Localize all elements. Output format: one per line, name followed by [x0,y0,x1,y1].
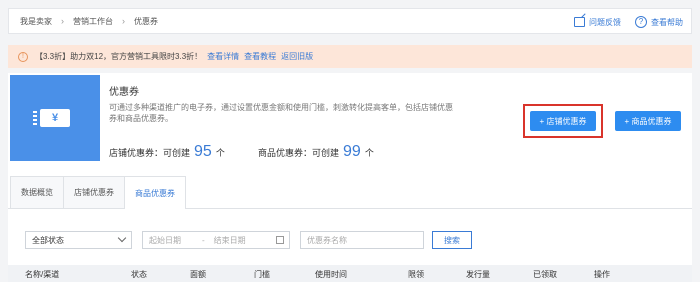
status-select[interactable]: 全部状态 [25,231,132,249]
breadcrumb-item-seller[interactable]: 我是卖家 [20,16,52,27]
coupon-description: 可通过多种渠道推广的电子券，通过设置优惠金额和使用门槛，刺激转化提高客单，包括店… [109,103,453,123]
chevron-right-icon: › [61,16,64,26]
warning-icon: ! [18,51,28,62]
tab-shop-coupons[interactable]: 店铺优惠券 [63,176,125,208]
notice-link-old-version[interactable]: 返回旧版 [281,51,313,62]
date-range-picker[interactable]: 起始日期 - 结束日期 [142,231,290,249]
coupon-name-input[interactable] [300,231,424,249]
coupon-title: 优惠券 [109,87,139,98]
header-tools: 问题反馈 ? 查看帮助 [574,9,683,35]
tab-data-overview[interactable]: 数据概览 [10,176,64,208]
shop-quota-unit: 个 [215,148,225,158]
chevron-down-icon [117,233,127,243]
coupon-tabs: 数据概览 店铺优惠券 商品优惠券 [8,176,692,209]
column-header: 面额 [190,270,206,279]
edit-icon [574,17,585,27]
notice-text: 【3.3折】助力双12，官方营销工具限时3.3折！ [35,52,203,61]
column-header: 操作 [594,270,610,279]
column-header: 限领 [408,270,424,279]
column-header: 门槛 [254,270,270,279]
chevron-right-icon: › [122,16,125,26]
help-icon: ? [635,16,647,28]
yen-symbol: ¥ [51,112,59,124]
shop-quota-label: 店铺优惠券：可创建 [109,148,191,158]
breadcrumb-bar: 我是卖家 › 营销工作台 › 优惠券 问题反馈 ? 查看帮助 [8,8,692,34]
date-end-placeholder: 结束日期 [213,235,246,245]
create-item-coupon-button[interactable]: + 商品优惠券 [615,111,681,131]
column-header: 发行量 [466,270,490,279]
help-label: 查看帮助 [651,17,683,27]
calendar-icon[interactable] [276,236,284,244]
filter-bar: 全部状态 起始日期 - 结束日期 搜索 [8,210,692,255]
help-link[interactable]: ? 查看帮助 [635,16,683,28]
item-quota-label: 商品优惠券：可创建 [258,148,340,158]
breadcrumb-item-marketing[interactable]: 营销工作台 [73,16,113,27]
column-header: 使用时间 [315,270,347,279]
coupon-panel: ¥ 优惠券 可通过多种渠道推广的电子券，通过设置优惠金额和使用门槛，刺激转化提高… [8,73,692,282]
shop-quota-count: 95 [194,143,212,160]
search-button[interactable]: 搜索 [432,231,472,249]
item-quota-unit: 个 [364,148,374,158]
notice-link-details[interactable]: 查看详情 [207,51,239,62]
date-start-placeholder: 起始日期 [149,235,181,245]
coupon-illustration: ¥ [10,75,100,161]
item-quota-count: 99 [343,143,361,160]
column-header: 状态 [131,270,147,279]
feedback-label: 问题反馈 [589,17,621,27]
column-header: 已领取 [533,270,557,279]
breadcrumb-item-coupon: 优惠券 [134,16,158,26]
status-select-value: 全部状态 [32,235,64,245]
feedback-link[interactable]: 问题反馈 [574,17,621,28]
shop-coupon-quota: 店铺优惠券：可创建 95 个 [109,143,225,161]
tab-item-coupons[interactable]: 商品优惠券 [124,176,186,209]
item-coupon-quota: 商品优惠券：可创建 99 个 [258,143,374,161]
table-header: 名称/渠道 状态 面额 门槛 使用时间 限领 发行量 已领取 操作 [8,265,692,282]
notice-link-tutorial[interactable]: 查看教程 [244,51,276,62]
create-shop-coupon-button[interactable]: + 店铺优惠券 [530,111,596,131]
promo-notice: ! 【3.3折】助力双12，官方营销工具限时3.3折！ 查看详情 查看教程 返回… [8,45,692,68]
date-separator: - [202,235,205,245]
coupon-ticket-icon: ¥ [33,109,70,127]
column-header: 名称/渠道 [25,270,60,279]
